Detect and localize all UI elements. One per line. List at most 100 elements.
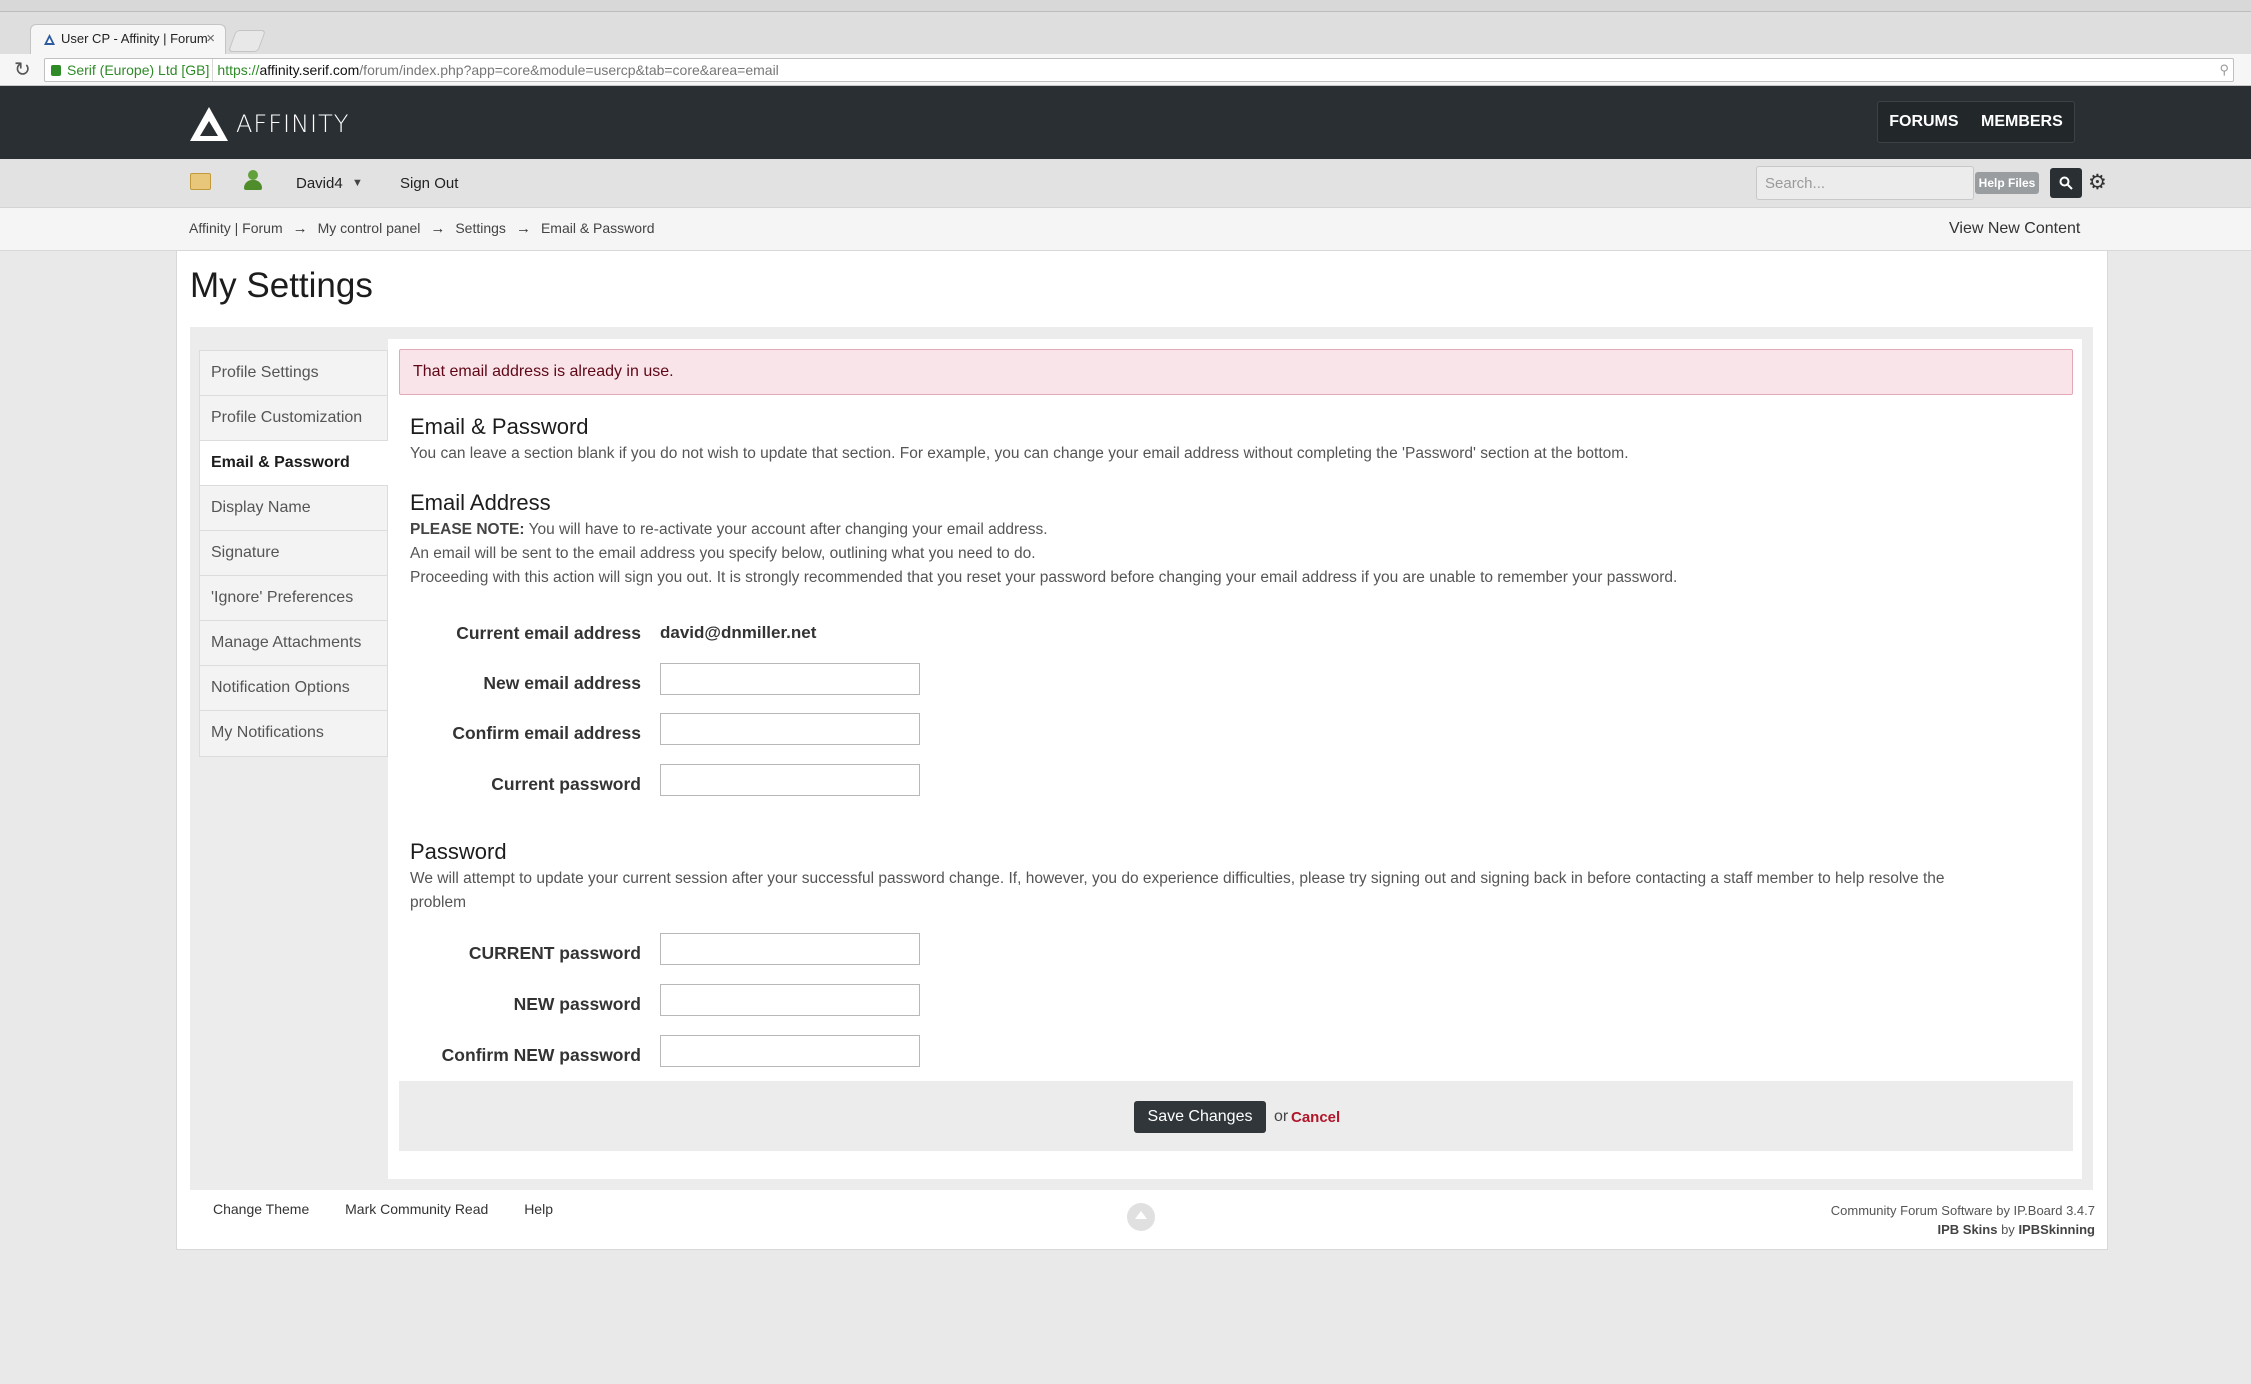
breadcrumb-bar: Affinity | Forum → My control panel → Settin… — [0, 208, 2251, 251]
confirm-email-label: Confirm email address — [452, 723, 641, 743]
sidebar-item-profile-customization[interactable]: Profile Customization — [200, 396, 387, 441]
sidebar-item-profile-settings[interactable]: Profile Settings — [200, 351, 387, 396]
skins-author[interactable]: IPBSkinning — [2018, 1222, 2095, 1237]
primary-nav: FORUMS MEMBERS — [1877, 101, 2075, 143]
settings-sidebar: Profile Settings Profile Customization E… — [199, 350, 388, 757]
user-menu[interactable]: David4 — [296, 175, 343, 192]
back-to-top-icon[interactable] — [1127, 1203, 1155, 1231]
inbox-icon[interactable] — [190, 173, 211, 190]
copyright-line[interactable]: Community Forum Software by IP.Board 3.4… — [1831, 1201, 2095, 1220]
email-note-line2: An email will be sent to the email addre… — [410, 545, 1036, 562]
new-email-label: New email address — [483, 673, 641, 693]
site-header: AFFINITY FORUMS MEMBERS — [0, 86, 2251, 159]
main-panel: My Settings Profile Settings Profile Cus… — [176, 251, 2108, 1250]
current-email-label: Current email address — [456, 623, 641, 643]
breadcrumb-item[interactable]: Settings — [455, 220, 506, 236]
new-tab-button[interactable] — [227, 30, 267, 52]
mark-community-read-link[interactable]: Mark Community Read — [345, 1201, 488, 1217]
footer-links: Change Theme Mark Community Read Help — [213, 1201, 585, 1217]
tab-close-icon[interactable]: × — [206, 25, 215, 53]
email-note: PLEASE NOTE: You will have to re-activat… — [410, 518, 1048, 542]
url-field[interactable]: Serif (Europe) Ltd [GB] https://affinity.… — [44, 58, 2234, 82]
new-password-field[interactable] — [660, 984, 920, 1016]
user-bar: David4 ▼ Sign Out Help Files ⚙ — [0, 159, 2251, 208]
affinity-logo[interactable]: AFFINITY — [188, 104, 349, 144]
gear-icon[interactable]: ⚙ — [2088, 170, 2107, 195]
current-email-value: david@dnmiller.net — [660, 623, 817, 642]
breadcrumb-item[interactable]: My control panel — [318, 220, 421, 236]
browser-tab[interactable]: User CP - Affinity | Forum × — [30, 24, 226, 54]
current-password-label: Current password — [491, 774, 641, 794]
nav-forums[interactable]: FORUMS — [1889, 113, 1958, 131]
password-desc-line2: problem — [410, 894, 466, 911]
submit-bar: Save Changes or Cancel — [399, 1081, 2073, 1151]
new-email-field[interactable] — [660, 663, 920, 695]
change-theme-link[interactable]: Change Theme — [213, 1201, 309, 1217]
nav-members[interactable]: MEMBERS — [1981, 113, 2063, 131]
chevron-down-icon[interactable]: ▼ — [352, 177, 363, 189]
skins-label[interactable]: IPB Skins — [1938, 1222, 1998, 1237]
email-password-heading: Email & Password — [410, 414, 589, 439]
email-note-label: PLEASE NOTE: — [410, 521, 525, 538]
help-link[interactable]: Help — [524, 1201, 553, 1217]
search-input[interactable] — [1765, 173, 1905, 193]
confirm-email-field[interactable] — [660, 713, 920, 745]
copyright: Community Forum Software by IP.Board 3.4… — [1831, 1201, 2095, 1239]
password-heading: Password — [410, 839, 507, 864]
sidebar-item-ignore-preferences[interactable]: 'Ignore' Preferences — [200, 576, 387, 621]
sidebar-item-signature[interactable]: Signature — [200, 531, 387, 576]
page-title: My Settings — [190, 266, 373, 305]
affinity-logo-icon — [190, 107, 228, 141]
ssl-indicator[interactable]: Serif (Europe) Ltd [GB] — [45, 59, 214, 81]
new-password-label: NEW password — [513, 994, 641, 1014]
os-menubar — [0, 0, 2251, 12]
email-note-text: You will have to re-activate your accoun… — [524, 521, 1048, 538]
search-box — [1756, 166, 1974, 200]
save-changes-button[interactable]: Save Changes — [1134, 1101, 1266, 1133]
ssl-org: Serif (Europe) Ltd [GB] — [67, 62, 210, 78]
password-desc-line1: We will attempt to update your current s… — [410, 870, 1945, 887]
settings-form: That email address is already in use. Em… — [388, 339, 2082, 1179]
search-scope-help-files[interactable]: Help Files — [1975, 172, 2039, 194]
breadcrumb-arrow-icon: → — [430, 220, 446, 237]
lock-icon — [51, 65, 61, 76]
sidebar-item-display-name[interactable]: Display Name — [200, 486, 387, 531]
affinity-favicon-icon — [44, 34, 55, 45]
sidebar-item-email-password[interactable]: Email & Password — [200, 441, 388, 486]
confirm-new-password-label: Confirm NEW password — [441, 1045, 641, 1065]
sidebar-item-notification-options[interactable]: Notification Options — [200, 666, 387, 711]
logo-text: AFFINITY — [236, 110, 350, 138]
browser-tabstrip: User CP - Affinity | Forum × — [0, 12, 2251, 54]
confirm-new-password-field[interactable] — [660, 1035, 920, 1067]
current-password-label-2: CURRENT password — [468, 943, 641, 963]
sidebar-item-manage-attachments[interactable]: Manage Attachments — [200, 621, 387, 666]
skins-credit: IPB Skins by IPBSkinning — [1831, 1220, 2096, 1239]
or-text: or — [1274, 1108, 1289, 1125]
breadcrumb-item[interactable]: Affinity | Forum — [189, 220, 283, 236]
address-bar: ↻ Serif (Europe) Ltd [GB] https://affinit… — [0, 54, 2251, 86]
breadcrumb-item[interactable]: Email & Password — [541, 220, 655, 236]
tab-title: User CP - Affinity | Forum — [61, 31, 208, 46]
sidebar-item-my-notifications[interactable]: My Notifications — [200, 711, 387, 756]
view-new-content-link[interactable]: View New Content — [1949, 220, 2080, 238]
url-host: affinity.serif.com — [259, 62, 360, 78]
reload-icon[interactable]: ↻ — [14, 57, 31, 82]
cancel-link[interactable]: Cancel — [1291, 1109, 1340, 1126]
email-password-intro: You can leave a section blank if you do … — [410, 445, 1629, 462]
current-password-field-2[interactable] — [660, 933, 920, 965]
url-path: /forum/index.php?app=core&module=usercp&… — [359, 62, 779, 78]
sign-out-link[interactable]: Sign Out — [400, 175, 458, 192]
breadcrumb-arrow-icon: → — [515, 220, 531, 237]
user-icon[interactable] — [244, 170, 262, 192]
current-password-field[interactable] — [660, 764, 920, 796]
search-icon — [2059, 176, 2073, 190]
email-note-line3: Proceeding with this action will sign yo… — [410, 569, 1678, 586]
bookmark-icon[interactable]: ⚲ — [2219, 59, 2229, 81]
breadcrumb: Affinity | Forum → My control panel → Settin… — [189, 220, 655, 237]
settings-frame: Profile Settings Profile Customization E… — [190, 327, 2093, 1190]
search-button[interactable] — [2050, 168, 2082, 198]
email-address-heading: Email Address — [410, 490, 551, 515]
url-scheme: https:// — [217, 62, 260, 78]
breadcrumb-arrow-icon: → — [292, 220, 308, 237]
skins-by: by — [1997, 1222, 2019, 1237]
